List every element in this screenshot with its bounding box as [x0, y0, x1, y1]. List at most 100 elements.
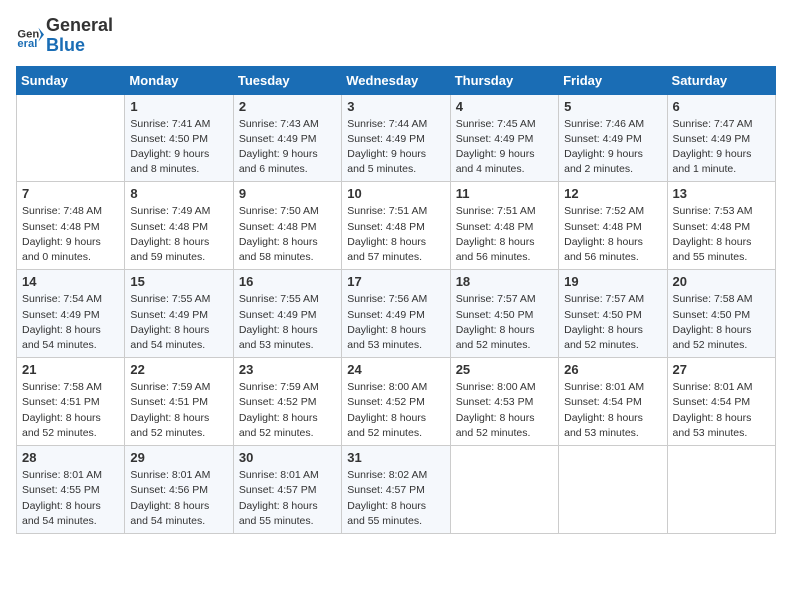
day-info: Sunrise: 7:45 AMSunset: 4:49 PMDaylight:… — [456, 117, 553, 178]
week-row-4: 21Sunrise: 7:58 AMSunset: 4:51 PMDayligh… — [17, 358, 776, 446]
day-info: Sunrise: 7:59 AMSunset: 4:51 PMDaylight:… — [130, 380, 227, 441]
day-cell: 31 Sunrise: 8:02 AMSunset: 4:57 PMDayligh… — [342, 446, 450, 534]
weekday-tuesday: Tuesday — [233, 66, 341, 94]
day-info: Sunrise: 8:01 AMSunset: 4:57 PMDaylight:… — [239, 468, 336, 529]
day-cell: 30 Sunrise: 8:01 AMSunset: 4:57 PMDayligh… — [233, 446, 341, 534]
day-cell: 15 Sunrise: 7:55 AMSunset: 4:49 PMDayligh… — [125, 270, 233, 358]
day-info: Sunrise: 7:57 AMSunset: 4:50 PMDaylight:… — [564, 292, 661, 353]
day-info: Sunrise: 7:47 AMSunset: 4:49 PMDaylight:… — [673, 117, 770, 178]
day-cell: 13 Sunrise: 7:53 AMSunset: 4:48 PMDayligh… — [667, 182, 775, 270]
day-cell — [667, 446, 775, 534]
day-info: Sunrise: 7:46 AMSunset: 4:49 PMDaylight:… — [564, 117, 661, 178]
day-number: 10 — [347, 186, 444, 201]
day-info: Sunrise: 7:55 AMSunset: 4:49 PMDaylight:… — [239, 292, 336, 353]
day-info: Sunrise: 7:53 AMSunset: 4:48 PMDaylight:… — [673, 204, 770, 265]
weekday-sunday: Sunday — [17, 66, 125, 94]
day-info: Sunrise: 8:01 AMSunset: 4:55 PMDaylight:… — [22, 468, 119, 529]
day-info: Sunrise: 7:56 AMSunset: 4:49 PMDaylight:… — [347, 292, 444, 353]
day-cell: 26 Sunrise: 8:01 AMSunset: 4:54 PMDayligh… — [559, 358, 667, 446]
day-number: 9 — [239, 186, 336, 201]
day-cell: 27 Sunrise: 8:01 AMSunset: 4:54 PMDayligh… — [667, 358, 775, 446]
day-number: 18 — [456, 274, 553, 289]
day-cell: 19 Sunrise: 7:57 AMSunset: 4:50 PMDayligh… — [559, 270, 667, 358]
day-number: 19 — [564, 274, 661, 289]
day-number: 15 — [130, 274, 227, 289]
day-number: 23 — [239, 362, 336, 377]
logo-text: GeneralBlue — [46, 16, 113, 56]
svg-text:eral: eral — [17, 38, 37, 50]
day-info: Sunrise: 7:50 AMSunset: 4:48 PMDaylight:… — [239, 204, 336, 265]
day-info: Sunrise: 7:43 AMSunset: 4:49 PMDaylight:… — [239, 117, 336, 178]
day-number: 7 — [22, 186, 119, 201]
day-cell: 17 Sunrise: 7:56 AMSunset: 4:49 PMDayligh… — [342, 270, 450, 358]
day-number: 2 — [239, 99, 336, 114]
weekday-monday: Monday — [125, 66, 233, 94]
day-cell: 3Sunrise: 7:44 AMSunset: 4:49 PMDaylight… — [342, 94, 450, 182]
day-info: Sunrise: 7:55 AMSunset: 4:49 PMDaylight:… — [130, 292, 227, 353]
day-info: Sunrise: 7:41 AMSunset: 4:50 PMDaylight:… — [130, 117, 227, 178]
day-number: 26 — [564, 362, 661, 377]
day-cell: 25 Sunrise: 8:00 AMSunset: 4:53 PMDayligh… — [450, 358, 558, 446]
day-info: Sunrise: 7:48 AMSunset: 4:48 PMDaylight:… — [22, 204, 119, 265]
day-number: 28 — [22, 450, 119, 465]
day-cell: 28 Sunrise: 8:01 AMSunset: 4:55 PMDayligh… — [17, 446, 125, 534]
day-info: Sunrise: 7:54 AMSunset: 4:49 PMDaylight:… — [22, 292, 119, 353]
day-cell: 16 Sunrise: 7:55 AMSunset: 4:49 PMDayligh… — [233, 270, 341, 358]
day-info: Sunrise: 8:01 AMSunset: 4:56 PMDaylight:… — [130, 468, 227, 529]
week-row-3: 14 Sunrise: 7:54 AMSunset: 4:49 PMDayligh… — [17, 270, 776, 358]
day-info: Sunrise: 7:51 AMSunset: 4:48 PMDaylight:… — [456, 204, 553, 265]
day-cell: 20Sunrise: 7:58 AMSunset: 4:50 PMDayligh… — [667, 270, 775, 358]
day-cell: 12 Sunrise: 7:52 AMSunset: 4:48 PMDayligh… — [559, 182, 667, 270]
day-info: Sunrise: 8:01 AMSunset: 4:54 PMDaylight:… — [673, 380, 770, 441]
weekday-friday: Friday — [559, 66, 667, 94]
day-info: Sunrise: 8:00 AMSunset: 4:52 PMDaylight:… — [347, 380, 444, 441]
day-number: 27 — [673, 362, 770, 377]
day-number: 11 — [456, 186, 553, 201]
day-number: 12 — [564, 186, 661, 201]
day-number: 6 — [673, 99, 770, 114]
day-cell: 29 Sunrise: 8:01 AMSunset: 4:56 PMDayligh… — [125, 446, 233, 534]
day-number: 16 — [239, 274, 336, 289]
day-cell: 1 Sunrise: 7:41 AMSunset: 4:50 PMDaylight… — [125, 94, 233, 182]
day-number: 4 — [456, 99, 553, 114]
day-cell: 7 Sunrise: 7:48 AMSunset: 4:48 PMDaylight… — [17, 182, 125, 270]
day-number: 30 — [239, 450, 336, 465]
day-number: 5 — [564, 99, 661, 114]
day-cell: 23 Sunrise: 7:59 AMSunset: 4:52 PMDayligh… — [233, 358, 341, 446]
day-number: 31 — [347, 450, 444, 465]
day-number: 29 — [130, 450, 227, 465]
day-cell: 5 Sunrise: 7:46 AMSunset: 4:49 PMDaylight… — [559, 94, 667, 182]
weekday-wednesday: Wednesday — [342, 66, 450, 94]
day-info: Sunrise: 8:01 AMSunset: 4:54 PMDaylight:… — [564, 380, 661, 441]
day-cell — [17, 94, 125, 182]
day-number: 14 — [22, 274, 119, 289]
week-row-1: 1 Sunrise: 7:41 AMSunset: 4:50 PMDaylight… — [17, 94, 776, 182]
day-info: Sunrise: 8:00 AMSunset: 4:53 PMDaylight:… — [456, 380, 553, 441]
day-cell: 8Sunrise: 7:49 AMSunset: 4:48 PMDaylight… — [125, 182, 233, 270]
logo: Gen eral GeneralBlue — [16, 16, 113, 56]
day-number: 1 — [130, 99, 227, 114]
logo-icon: Gen eral — [16, 22, 44, 50]
day-cell: 10 Sunrise: 7:51 AMSunset: 4:48 PMDayligh… — [342, 182, 450, 270]
day-cell: 6 Sunrise: 7:47 AMSunset: 4:49 PMDaylight… — [667, 94, 775, 182]
day-number: 13 — [673, 186, 770, 201]
day-number: 25 — [456, 362, 553, 377]
day-number: 21 — [22, 362, 119, 377]
day-info: Sunrise: 7:59 AMSunset: 4:52 PMDaylight:… — [239, 380, 336, 441]
day-cell: 18Sunrise: 7:57 AMSunset: 4:50 PMDayligh… — [450, 270, 558, 358]
day-cell: 2 Sunrise: 7:43 AMSunset: 4:49 PMDaylight… — [233, 94, 341, 182]
day-info: Sunrise: 7:49 AMSunset: 4:48 PMDaylight:… — [130, 204, 227, 265]
day-cell: 14 Sunrise: 7:54 AMSunset: 4:49 PMDayligh… — [17, 270, 125, 358]
day-number: 17 — [347, 274, 444, 289]
weekday-saturday: Saturday — [667, 66, 775, 94]
calendar-body: 1 Sunrise: 7:41 AMSunset: 4:50 PMDaylight… — [17, 94, 776, 533]
day-info: Sunrise: 8:02 AMSunset: 4:57 PMDaylight:… — [347, 468, 444, 529]
day-number: 24 — [347, 362, 444, 377]
day-cell: 21Sunrise: 7:58 AMSunset: 4:51 PMDayligh… — [17, 358, 125, 446]
week-row-5: 28 Sunrise: 8:01 AMSunset: 4:55 PMDayligh… — [17, 446, 776, 534]
week-row-2: 7 Sunrise: 7:48 AMSunset: 4:48 PMDaylight… — [17, 182, 776, 270]
day-info: Sunrise: 7:51 AMSunset: 4:48 PMDaylight:… — [347, 204, 444, 265]
day-info: Sunrise: 7:52 AMSunset: 4:48 PMDaylight:… — [564, 204, 661, 265]
day-cell: 4 Sunrise: 7:45 AMSunset: 4:49 PMDaylight… — [450, 94, 558, 182]
calendar-table: SundayMondayTuesdayWednesdayThursdayFrid… — [16, 66, 776, 534]
